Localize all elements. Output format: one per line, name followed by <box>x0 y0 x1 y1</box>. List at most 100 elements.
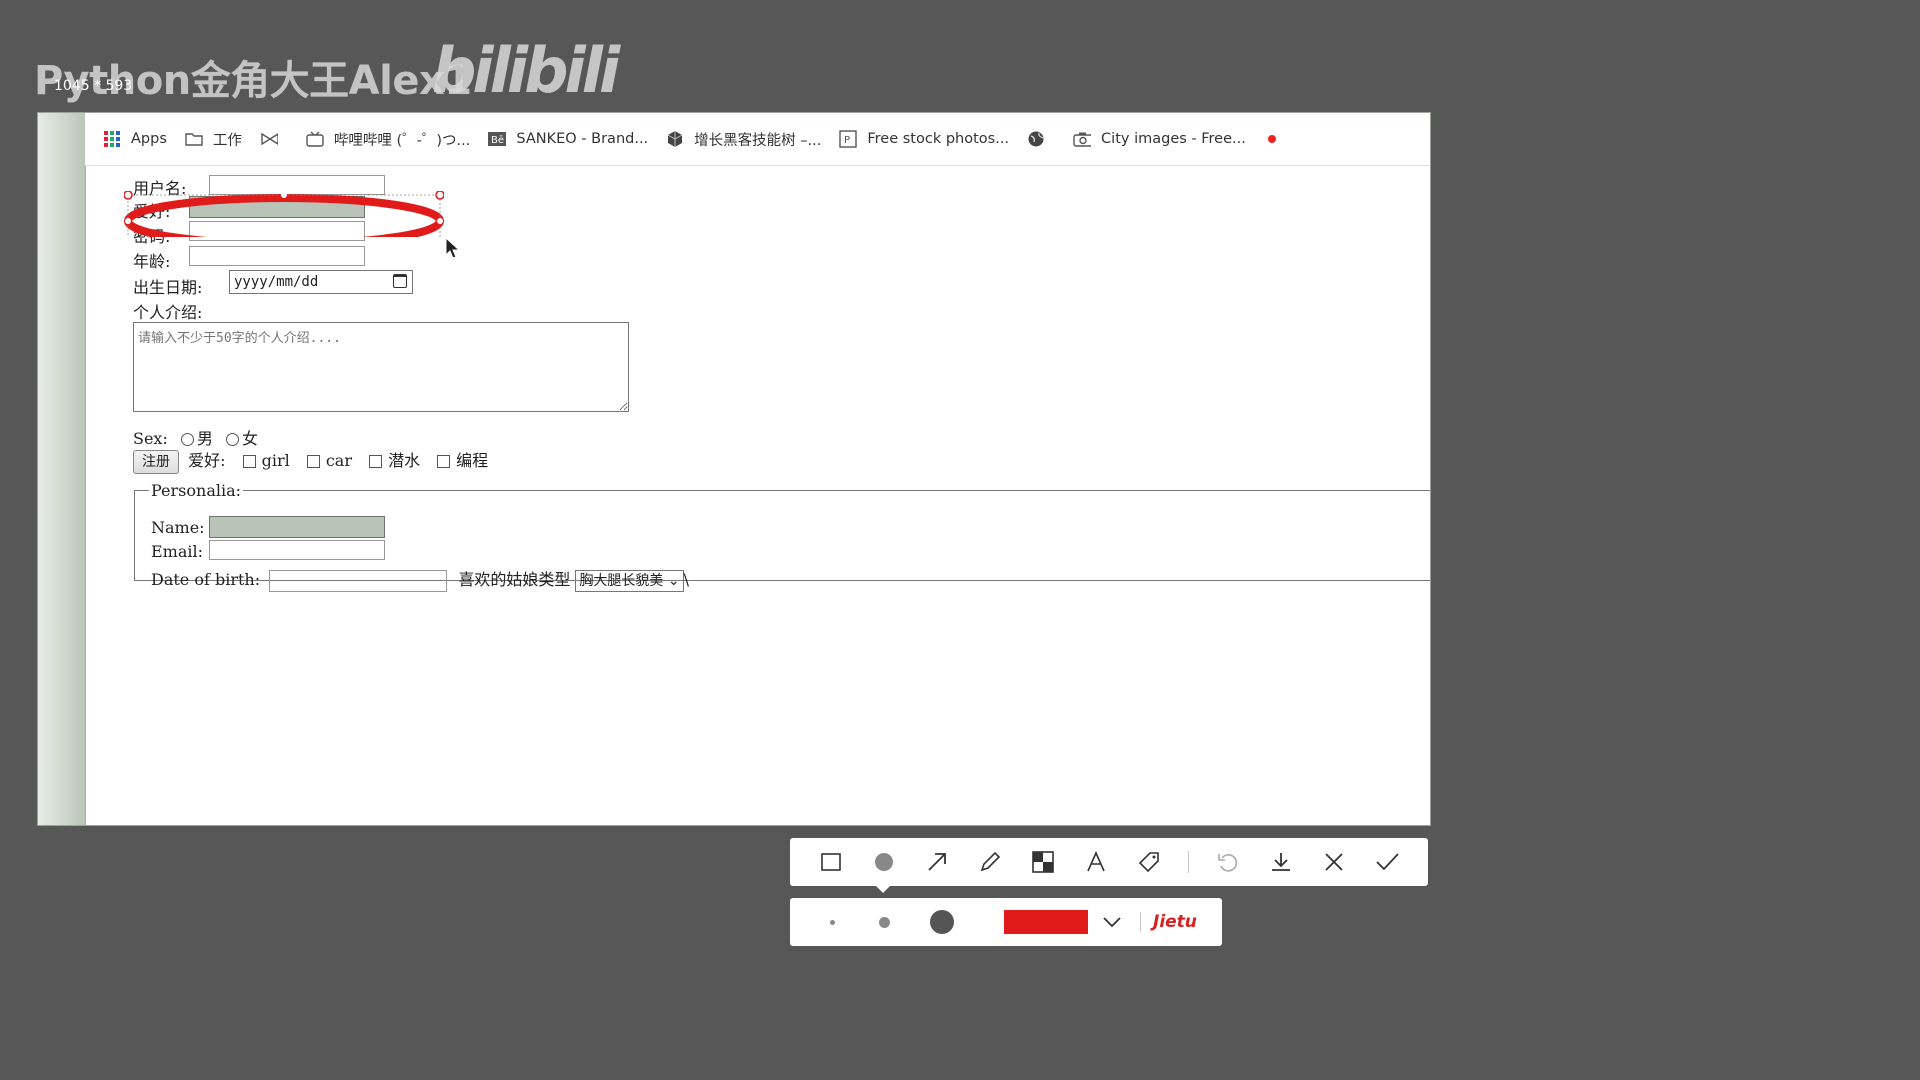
bookmark-growth-hacker[interactable]: 增长黑客技能树 –... <box>666 129 821 150</box>
age-label: 年龄: <box>133 252 171 271</box>
bookmark-label: 增长黑客技能树 –... <box>694 132 822 149</box>
window-edge <box>38 113 86 825</box>
bookmark-city-images[interactable]: City images - Free... <box>1073 130 1246 148</box>
bilibili-logo: bilibili <box>432 34 620 107</box>
girl-type-select[interactable]: 胸大腿长貌美 ⌄ <box>575 569 684 592</box>
dob-label: Date of birth: <box>151 570 261 589</box>
email-label: Email: <box>151 542 204 561</box>
bookmark-bilibili[interactable]: 哔哩哔哩 (゜-゜)つ... <box>306 129 470 150</box>
size-large-dot[interactable] <box>930 910 954 934</box>
color-swatch[interactable] <box>1004 910 1088 934</box>
size-small-dot[interactable] <box>830 919 835 925</box>
girl-type-label: 喜欢的姑娘类型 <box>458 570 571 589</box>
annotation-toolbar <box>790 838 1428 886</box>
arrow-icon[interactable] <box>923 848 951 876</box>
name-input[interactable] <box>209 516 385 538</box>
chevron-down-icon: ⌄ <box>667 572 680 589</box>
sex-radio-female[interactable] <box>226 433 240 446</box>
chevron-down-icon[interactable] <box>1102 913 1122 932</box>
bookmarks-bar: Apps 工作 哔哩哔哩 (゜-゜)つ... Bē SANKEO - Brand… <box>85 113 1430 166</box>
hobbies-row: 注册 爱好: girl car 潜水 编程 <box>133 447 488 474</box>
bookmark-label: 工作 <box>212 132 242 149</box>
download-icon[interactable] <box>1267 848 1295 876</box>
brush-options-bar: Jietu <box>790 898 1222 946</box>
apps-grid-icon <box>103 130 121 148</box>
sex-option-label: 男 <box>196 429 213 448</box>
tag-icon[interactable] <box>1135 848 1163 876</box>
hobbies-label: 爱好: <box>188 451 226 470</box>
hobby-option-label: girl <box>261 451 290 470</box>
svg-text:P: P <box>844 135 850 146</box>
sex-option-label: 女 <box>242 429 259 448</box>
bookmark-label: City images - Free... <box>1101 131 1246 147</box>
bookmark-label: Free stock photos... <box>867 131 1010 147</box>
hobby-option-label: 潜水 <box>388 451 421 470</box>
bilibili-tv-icon <box>306 130 324 148</box>
calendar-icon[interactable] <box>393 274 407 288</box>
hobby-checkbox-diving[interactable] <box>369 455 383 468</box>
pexels-icon: P <box>839 130 858 148</box>
hobby-checkbox-car[interactable] <box>306 455 320 468</box>
sex-radio-male[interactable] <box>180 433 194 446</box>
bowtie-icon <box>260 130 278 148</box>
select-value: 胸大腿长貌美 <box>579 572 664 589</box>
email-row: Email: <box>151 542 203 561</box>
svg-text:Bē: Bē <box>491 135 504 146</box>
captured-browser-region: Apps 工作 哔哩哔哩 (゜-゜)つ... Bē SANKEO - Brand… <box>37 112 1431 826</box>
mouse-cursor-icon <box>445 237 461 259</box>
mosaic-icon[interactable] <box>1029 848 1057 876</box>
email-input[interactable] <box>209 540 385 560</box>
undo-icon[interactable] <box>1214 848 1242 876</box>
hobby-option-label: car <box>325 451 352 470</box>
folder-icon <box>185 130 203 148</box>
dob-input[interactable] <box>269 569 448 592</box>
sex-label: Sex: <box>133 429 168 448</box>
bookmark-sankeo[interactable]: Bē SANKEO - Brand... <box>488 130 648 148</box>
rectangle-icon[interactable] <box>817 848 845 876</box>
birthday-placeholder: yyyy/mm/dd <box>234 274 319 290</box>
hobby-option-label: 编程 <box>456 451 489 470</box>
jietu-brand: Jietu <box>1140 912 1197 932</box>
dob-row: Date of birth: 喜欢的姑娘类型 胸大腿长貌美 ⌄ \ <box>151 566 689 592</box>
fieldset-legend: Personalia: <box>151 481 242 500</box>
close-icon[interactable] <box>1320 848 1348 876</box>
ellipse-icon[interactable] <box>870 848 898 876</box>
check-icon[interactable] <box>1373 848 1401 876</box>
hobby-checkbox-coding[interactable] <box>437 455 451 468</box>
bookmark-label: Apps <box>131 131 167 147</box>
toolbar-divider <box>1188 851 1190 873</box>
intro-label: 个人介绍: <box>133 303 203 322</box>
age-input[interactable] <box>189 246 365 266</box>
pencil-icon[interactable] <box>976 848 1004 876</box>
bookmark-free-stock[interactable]: P Free stock photos... <box>839 130 1009 148</box>
bookmark-apps[interactable]: Apps <box>103 130 167 148</box>
notification-dot <box>1267 135 1276 143</box>
text-icon[interactable] <box>1082 848 1110 876</box>
bookmark-globe[interactable] <box>1027 130 1055 148</box>
cube-icon <box>666 130 684 148</box>
bookmark-label: SANKEO - Brand... <box>516 131 649 147</box>
name-row: Name: <box>151 518 205 537</box>
birthday-row: 出生日期: <box>133 274 202 298</box>
red-ellipse-annotation[interactable] <box>124 191 444 237</box>
toolbar-pointer <box>876 886 890 893</box>
age-row: 年龄: <box>133 248 170 272</box>
name-label: Name: <box>151 518 205 537</box>
bookmark-label: 哔哩哔哩 (゜-゜)つ... <box>333 132 471 149</box>
birthday-label: 出生日期: <box>133 278 203 297</box>
intro-textarea[interactable] <box>133 322 629 412</box>
selection-size-readout: 1045 * 593 <box>54 78 133 94</box>
intro-row: 个人介绍: <box>133 299 202 323</box>
sex-row: Sex: 男 女 <box>133 425 258 449</box>
hobby-checkbox-girl[interactable] <box>242 455 256 468</box>
size-medium-dot[interactable] <box>879 916 890 928</box>
bookmark-bowtie[interactable] <box>260 130 288 148</box>
globe-icon <box>1027 130 1045 148</box>
register-button[interactable]: 注册 <box>133 450 179 474</box>
channel-watermark: Python金角大王Alex1 <box>34 58 472 104</box>
birthday-date-input[interactable]: yyyy/mm/dd <box>229 270 413 294</box>
trailing-text: \ <box>683 570 689 589</box>
personalia-fieldset: Personalia: Name: Email: Date of birth: … <box>134 481 1430 592</box>
behance-icon: Bē <box>488 130 507 148</box>
bookmark-work[interactable]: 工作 <box>185 129 242 150</box>
